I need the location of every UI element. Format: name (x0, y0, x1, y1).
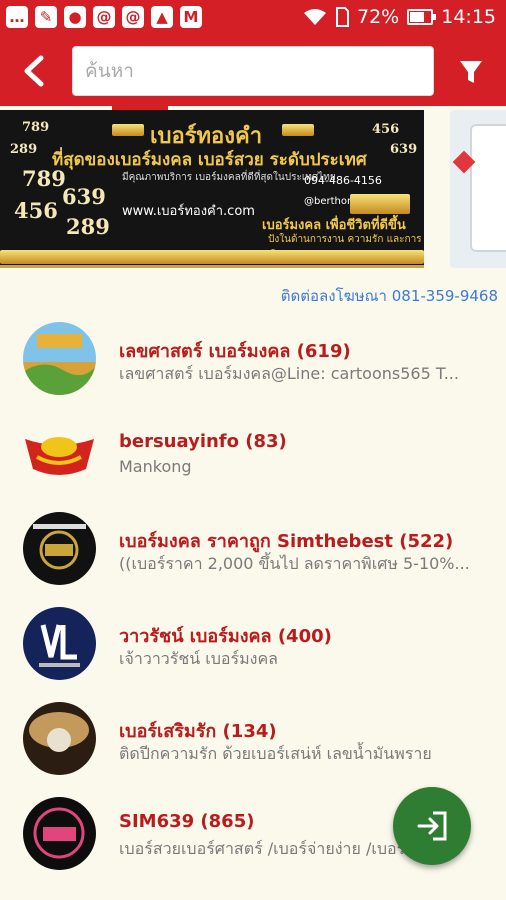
mail-at-icon: @ (93, 6, 115, 28)
list-item[interactable]: เลขศาสตร์ เบอร์มงคล (619) เลขศาสตร์ เบอร… (0, 310, 506, 405)
gold-pile-image (350, 194, 410, 214)
banner-number: 639 (390, 142, 418, 157)
item-subtitle: Mankong (119, 457, 192, 476)
ad-contact-link[interactable]: ติดต่อลงโฆษณา 081-359-9468 (281, 284, 498, 308)
banner-number: 289 (10, 142, 38, 157)
status-bar: … ✎ ● @ @ ▲ M 72% 14:15 (0, 0, 506, 36)
crystal-ball-avatar-image (23, 702, 96, 775)
sim-logo-avatar-image (23, 512, 96, 585)
landscape-avatar-image (23, 322, 96, 395)
clock: 14:15 (441, 6, 496, 28)
list-item[interactable]: bersuayinfo (83) Mankong (0, 405, 506, 500)
search-input[interactable] (72, 46, 434, 96)
sim-icon (336, 7, 349, 27)
banner-ad[interactable]: เบอร์ทองคำ ที่สุดของเบอร์มงคล เบอร์สวย ร… (0, 110, 424, 268)
gmail-icon: M (180, 6, 202, 28)
login-button[interactable] (393, 787, 471, 865)
avatar (23, 797, 96, 870)
banner-number: 789 (22, 166, 66, 191)
item-title: วาวรัชน์ เบอร์มงคล (400) (119, 626, 332, 647)
item-subtitle: ติดปีกความรัก ด้วยเบอร์เสน่ห์ เลขน้ำมันพ… (119, 744, 432, 763)
banner-phone: 094-486-4156 (304, 174, 382, 187)
mail-at-icon: @ (122, 6, 144, 28)
item-title: เบอร์มงคล ราคาถูก Simthebest (522) (119, 531, 454, 552)
avatar (23, 417, 96, 490)
item-title: เบอร์เสริมรัก (134) (119, 721, 277, 742)
item-title: bersuayinfo (83) (119, 431, 287, 452)
item-title: เลขศาสตร์ เบอร์มงคล (619) (119, 341, 351, 362)
lv-logo-avatar-image (23, 607, 96, 680)
wifi-icon (304, 9, 326, 25)
banner-number: 789 (22, 120, 50, 135)
avatar (23, 702, 96, 775)
back-arrow-icon[interactable] (14, 50, 56, 92)
login-icon (417, 811, 447, 841)
message-icon: … (6, 6, 28, 28)
banner-website: www.เบอร์ทองคำ.com (122, 204, 255, 219)
sim639-avatar-image (23, 797, 96, 870)
notification-icon: ✎ (35, 6, 57, 28)
keyhole-icon: ● (64, 6, 86, 28)
phone-image (470, 124, 506, 252)
item-subtitle: เลขศาสตร์ เบอร์มงคล@Line: cartoons565 T.… (119, 364, 459, 383)
banner-number: 456 (14, 198, 58, 223)
banner-number: 639 (62, 184, 106, 209)
list-item[interactable]: เบอร์มงคล ราคาถูก Simthebest (522) ((เบอ… (0, 500, 506, 595)
notification-icons: … ✎ ● @ @ ▲ M (6, 6, 202, 28)
banner-number: 289 (66, 214, 110, 239)
avatar (23, 512, 96, 585)
avatar (23, 322, 96, 395)
item-subtitle: เจ้าวาวรัชน์ เบอร์มงคล (119, 649, 278, 668)
app-header (0, 36, 506, 106)
banner-number: 456 (372, 122, 400, 137)
list-item[interactable]: วาวรัชน์ เบอร์มงคล (400) เจ้าวาวรัชน์ เบ… (0, 595, 506, 690)
avatar (23, 607, 96, 680)
list-item[interactable]: เบอร์เสริมรัก (134) ติดปีกความรัก ด้วยเบ… (0, 690, 506, 785)
image-icon: ▲ (151, 6, 173, 28)
gold-bar-icon (282, 124, 314, 136)
battery-percent: 72% (357, 6, 400, 28)
gold-bar-icon (112, 124, 144, 136)
banner-carousel[interactable]: เบอร์ทองคำ ที่สุดของเบอร์มงคล เบอร์สวย ร… (0, 110, 506, 270)
banner-ad-next[interactable] (450, 110, 506, 268)
item-title: SIM639 (865) (119, 811, 255, 832)
filter-icon[interactable] (450, 50, 492, 92)
gold-pile-image (0, 250, 424, 264)
gold-ingot-avatar-image (25, 437, 94, 475)
battery-icon (407, 9, 437, 25)
banner-subtitle: ที่สุดของเบอร์มงคล เบอร์สวย ระดับประเทศ (52, 150, 367, 170)
item-subtitle: ((เบอร์ราคา 2,000 ขึ้นไป ลดราคาพิเศษ 5-1… (119, 554, 470, 573)
